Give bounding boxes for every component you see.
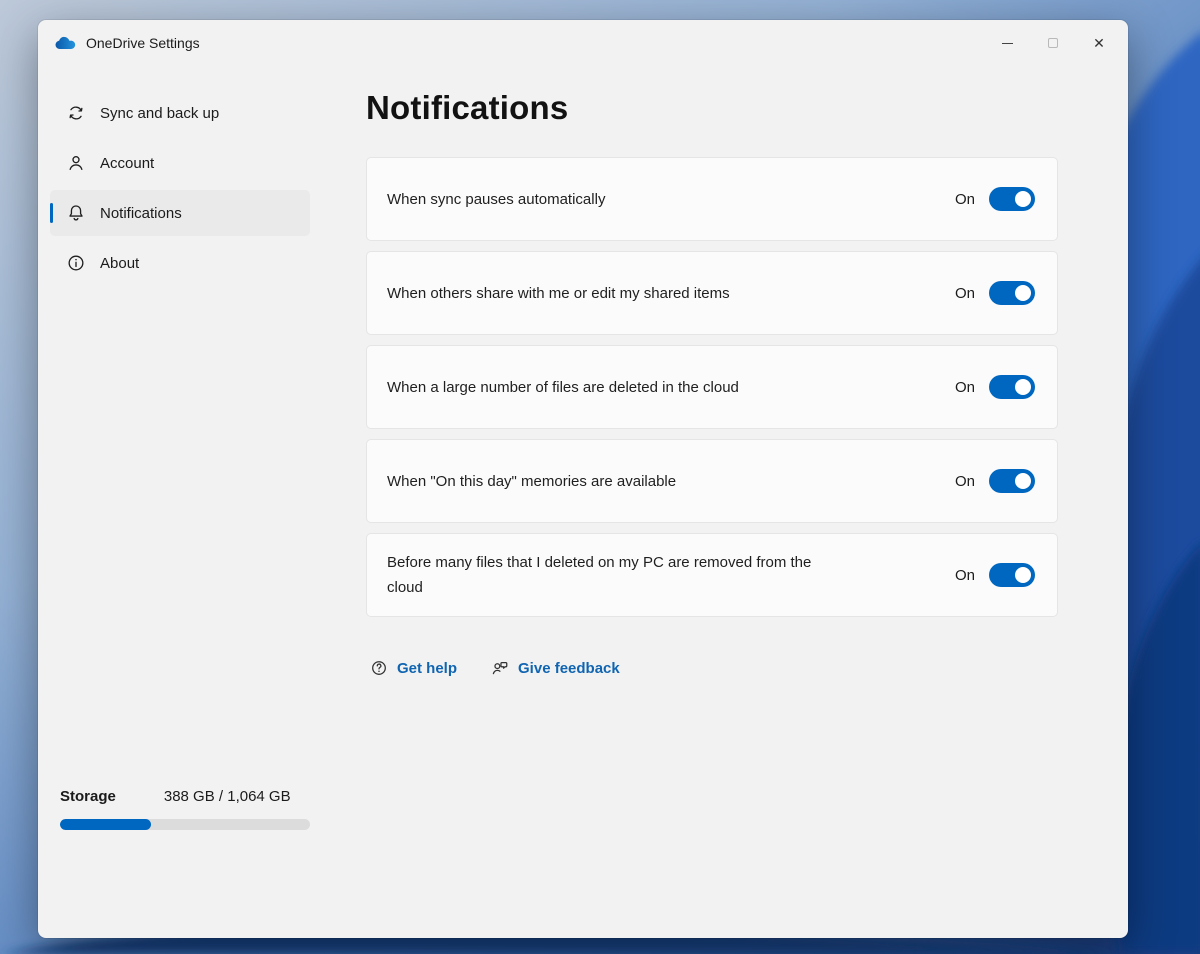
page-title: Notifications bbox=[366, 86, 1096, 130]
storage-text-row: Storage 388 GB / 1,064 GB bbox=[60, 788, 310, 805]
close-icon: ✕ bbox=[1093, 36, 1105, 50]
onedrive-settings-window: OneDrive Settings ✕ Sync and b bbox=[38, 20, 1128, 938]
sidebar-item-account[interactable]: Account bbox=[50, 140, 310, 186]
maximize-button[interactable] bbox=[1030, 23, 1076, 63]
toggle-state-text: On bbox=[955, 567, 975, 584]
toggle-knob bbox=[1015, 285, 1031, 301]
window-title: OneDrive Settings bbox=[86, 35, 200, 51]
window-controls: ✕ bbox=[984, 20, 1122, 66]
toggle-state-text: On bbox=[955, 191, 975, 208]
help-icon bbox=[370, 659, 388, 677]
sidebar-item-sync-and-back-up[interactable]: Sync and back up bbox=[50, 90, 310, 136]
setting-label: When a large number of files are deleted… bbox=[387, 375, 739, 400]
sidebar-item-label: Notifications bbox=[100, 205, 182, 222]
toggle-state-text: On bbox=[955, 473, 975, 490]
toggle-group: On bbox=[955, 563, 1035, 587]
sidebar-item-label: Sync and back up bbox=[100, 105, 219, 122]
close-button[interactable]: ✕ bbox=[1076, 23, 1122, 63]
setting-row: When sync pauses automatically On bbox=[366, 157, 1058, 241]
toggle-group: On bbox=[955, 187, 1035, 211]
toggle-group: On bbox=[955, 469, 1035, 493]
person-icon bbox=[66, 153, 86, 173]
window-body: Sync and back up Account bbox=[38, 66, 1128, 938]
setting-row: When "On this day" memories are availabl… bbox=[366, 439, 1058, 523]
footer-links: Get help Give feedback bbox=[366, 659, 1096, 677]
toggle-state-text: On bbox=[955, 285, 975, 302]
setting-toggle[interactable] bbox=[989, 281, 1035, 305]
setting-toggle[interactable] bbox=[989, 563, 1035, 587]
sidebar-item-notifications[interactable]: Notifications bbox=[50, 190, 310, 236]
storage-section: Storage 388 GB / 1,064 GB bbox=[60, 788, 310, 830]
setting-row: Before many files that I deleted on my P… bbox=[366, 533, 1058, 617]
setting-label: When "On this day" memories are availabl… bbox=[387, 469, 676, 494]
storage-label: Storage bbox=[60, 788, 116, 805]
setting-row: When others share with me or edit my sha… bbox=[366, 251, 1058, 335]
titlebar-left: OneDrive Settings bbox=[55, 35, 200, 51]
storage-progress-fill bbox=[60, 819, 151, 830]
sidebar: Sync and back up Account bbox=[38, 66, 310, 938]
setting-label: Before many files that I deleted on my P… bbox=[387, 550, 847, 600]
sidebar-item-label: About bbox=[100, 255, 139, 272]
toggle-state-text: On bbox=[955, 379, 975, 396]
link-label: Give feedback bbox=[518, 660, 620, 677]
bell-icon bbox=[66, 203, 86, 223]
setting-label: When sync pauses automatically bbox=[387, 187, 605, 212]
setting-row: When a large number of files are deleted… bbox=[366, 345, 1058, 429]
link-label: Get help bbox=[397, 660, 457, 677]
setting-toggle[interactable] bbox=[989, 375, 1035, 399]
feedback-icon bbox=[491, 659, 509, 677]
setting-label: When others share with me or edit my sha… bbox=[387, 281, 730, 306]
onedrive-logo-icon bbox=[55, 36, 77, 51]
toggle-group: On bbox=[955, 375, 1035, 399]
setting-toggle[interactable] bbox=[989, 469, 1035, 493]
sidebar-item-label: Account bbox=[100, 155, 154, 172]
titlebar: OneDrive Settings ✕ bbox=[38, 20, 1128, 66]
storage-usage-value: 388 GB / 1,064 GB bbox=[164, 788, 291, 805]
storage-progress-bar bbox=[60, 819, 310, 830]
main-content: Notifications When sync pauses automatic… bbox=[310, 66, 1128, 938]
sync-icon bbox=[66, 103, 86, 123]
info-icon bbox=[66, 253, 86, 273]
toggle-knob bbox=[1015, 379, 1031, 395]
toggle-knob bbox=[1015, 473, 1031, 489]
give-feedback-link[interactable]: Give feedback bbox=[491, 659, 620, 677]
get-help-link[interactable]: Get help bbox=[370, 659, 457, 677]
selected-accent-bar bbox=[50, 203, 53, 223]
toggle-group: On bbox=[955, 281, 1035, 305]
maximize-icon bbox=[1048, 38, 1058, 48]
minimize-button[interactable] bbox=[984, 23, 1030, 63]
sidebar-item-about[interactable]: About bbox=[50, 240, 310, 286]
toggle-knob bbox=[1015, 191, 1031, 207]
setting-toggle[interactable] bbox=[989, 187, 1035, 211]
toggle-knob bbox=[1015, 567, 1031, 583]
minimize-icon bbox=[1002, 43, 1013, 44]
